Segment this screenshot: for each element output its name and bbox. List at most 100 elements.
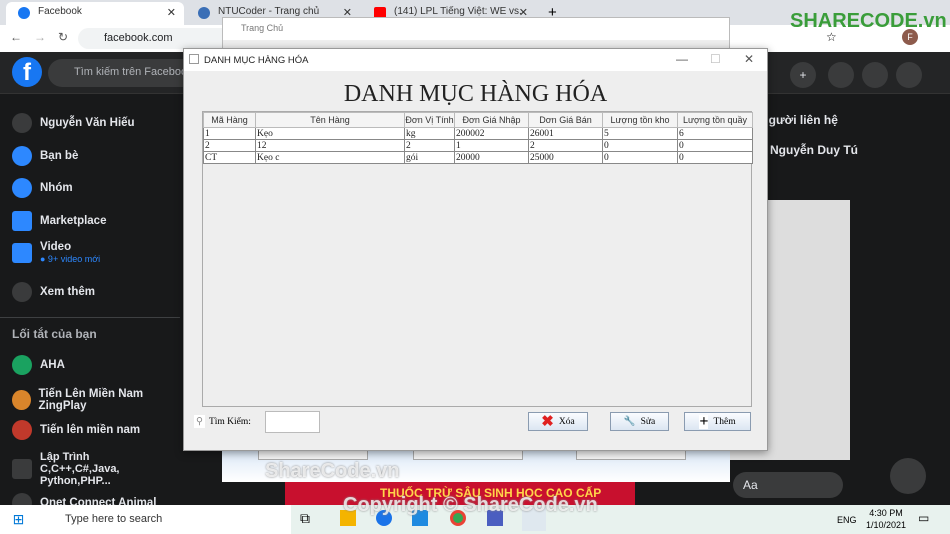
cell[interactable]: gói: [404, 151, 455, 164]
notifications-icon[interactable]: ▭: [918, 511, 929, 525]
cell[interactable]: 0: [677, 139, 753, 152]
search-input[interactable]: [265, 411, 320, 433]
cell[interactable]: 12: [255, 139, 405, 152]
sidebar-item-see-more[interactable]: Xem thêm: [12, 282, 95, 302]
delete-button[interactable]: ✖ Xóa: [528, 412, 588, 431]
forward-icon[interactable]: →: [34, 30, 46, 44]
marketplace-icon: [12, 211, 32, 231]
maximize-button[interactable]: ☐: [710, 52, 721, 66]
app-icon: [12, 355, 32, 375]
close-tab-icon[interactable]: ✕: [167, 6, 176, 19]
cell[interactable]: 25000: [528, 151, 603, 164]
cell[interactable]: Kẹo c: [255, 151, 405, 164]
shortcut-item[interactable]: Lập Trình C,C++,C#,Java, Python,PHP...: [12, 451, 172, 487]
page-title: DANH MỤC HÀNG HÓA: [343, 81, 608, 107]
label: Tiến lên miền nam: [40, 424, 141, 436]
col-luong-ton-quay[interactable]: Lượng tồn quầy: [677, 112, 753, 128]
table-row[interactable]: 2 12 2 1 2 0 0: [203, 139, 753, 152]
edit-button[interactable]: 🔧 Sửa: [610, 412, 669, 431]
shortcut-item[interactable]: Tiến lên miền nam: [12, 420, 140, 440]
shortcut-item[interactable]: AHA: [12, 355, 65, 375]
cell[interactable]: 200002: [454, 127, 529, 140]
sidebar-item-video[interactable]: Video ● 9+ video mới: [12, 241, 100, 265]
cell[interactable]: kg: [404, 127, 455, 140]
cell[interactable]: 2: [404, 139, 455, 152]
minimize-button[interactable]: —: [676, 52, 688, 66]
account-menu-icon[interactable]: [896, 62, 922, 88]
sidebar-item-groups[interactable]: Nhóm: [12, 178, 73, 198]
taskbar-search-input[interactable]: Type here to search: [37, 505, 291, 534]
facebook-logo[interactable]: f: [12, 57, 42, 87]
facebook-search-input[interactable]: Tìm kiếm trên Facebook: [48, 59, 198, 87]
ntucoder-icon: [198, 7, 210, 19]
cell[interactable]: 0: [602, 151, 678, 164]
window-title: Trang Chủ: [241, 23, 284, 33]
cell[interactable]: 0: [677, 151, 753, 164]
date: 1/10/2021: [866, 520, 907, 530]
close-button[interactable]: ✕: [744, 52, 754, 66]
java-icon: [189, 54, 199, 64]
products-table[interactable]: Mã Hàng Tên Hàng Đơn Vị Tính Đơn Giá Nhậ…: [202, 111, 753, 407]
table-row[interactable]: 1 Kẹo kg 200002 26001 5 6: [203, 127, 753, 140]
col-don-vi-tinh[interactable]: Đơn Vị Tính: [404, 112, 455, 128]
friends-icon: [12, 146, 32, 166]
label: Lập Trình C,C++,C#,Java, Python,PHP...: [40, 451, 120, 487]
windows-start-icon[interactable]: ⊞: [0, 505, 37, 534]
cell[interactable]: CT: [203, 151, 256, 164]
notifications-icon[interactable]: [862, 62, 888, 88]
task-view-icon[interactable]: ⧉: [300, 510, 310, 527]
tab-label: NTUCoder - Trang chủ: [218, 6, 320, 17]
col-luong-ton-kho[interactable]: Lượng tồn kho: [602, 112, 678, 128]
cell[interactable]: 6: [677, 127, 753, 140]
watermark: Copyright © ShareCode.vn: [343, 494, 598, 516]
col-ma-hang[interactable]: Mã Hàng: [203, 112, 256, 128]
url-text: facebook.com: [104, 32, 173, 44]
reload-icon[interactable]: ↻: [58, 30, 68, 44]
sidebar-item-marketplace[interactable]: Marketplace: [12, 211, 106, 231]
new-message-button[interactable]: [890, 458, 926, 494]
sidebar-item-friends[interactable]: Bạn bè: [12, 146, 78, 166]
facebook-icon: [18, 7, 30, 19]
sublabel: ● 9+ video mới: [40, 254, 101, 264]
video-icon: [12, 243, 32, 263]
cell[interactable]: 0: [602, 139, 678, 152]
search-icon: ⚲: [194, 415, 205, 428]
table-row[interactable]: CT Kẹo c gói 20000 25000 0 0: [203, 151, 753, 164]
label: Video: [40, 241, 72, 253]
sidebar-item-profile[interactable]: Nguyễn Văn Hiếu: [12, 113, 135, 133]
contact-name[interactable]: Nguyễn Duy Tú: [770, 143, 858, 157]
messenger-icon[interactable]: [828, 62, 854, 88]
col-don-gia-nhap[interactable]: Đơn Giá Nhập: [454, 112, 529, 128]
watermark: ShareCode.vn: [265, 460, 400, 482]
cell[interactable]: 1: [454, 139, 529, 152]
col-ten-hang[interactable]: Tên Hàng: [255, 112, 405, 128]
label: Nguyễn Văn Hiếu: [40, 117, 135, 129]
add-label: Thêm: [713, 416, 736, 427]
search-label-text: Tìm Kiếm:: [208, 416, 251, 427]
app-icon: [12, 420, 32, 440]
time: 4:30 PM: [869, 508, 903, 518]
cell[interactable]: 2: [203, 139, 256, 152]
col-don-gia-ban[interactable]: Dơn Giá Bán: [528, 112, 603, 128]
chat-input[interactable]: Aa: [733, 472, 843, 498]
chat-placeholder: Aa: [743, 478, 758, 492]
cell[interactable]: Kẹo: [255, 127, 405, 140]
label: Tiến Lên Miền Nam ZingPlay: [38, 388, 144, 412]
language-indicator[interactable]: ENG: [837, 515, 857, 525]
title-bar: Trang Chủ: [223, 18, 729, 40]
tab-label: Facebook: [38, 6, 82, 17]
cell[interactable]: 1: [203, 127, 256, 140]
search-placeholder: Type here to search: [65, 513, 163, 525]
tab-facebook[interactable]: Facebook ✕: [6, 2, 184, 25]
create-button[interactable]: +: [790, 62, 816, 88]
cell[interactable]: 26001: [528, 127, 603, 140]
shortcut-item[interactable]: Tiến Lên Miền Nam ZingPlay: [12, 388, 183, 412]
wrench-icon: 🔧: [623, 417, 636, 427]
cell[interactable]: 5: [602, 127, 678, 140]
clock[interactable]: 4:30 PM 1/10/2021: [866, 507, 906, 531]
cell[interactable]: 20000: [454, 151, 529, 164]
shortcuts-title: Lối tắt của bạn: [12, 327, 97, 341]
back-icon[interactable]: ←: [10, 30, 22, 44]
add-button[interactable]: + Thêm: [684, 412, 751, 431]
cell[interactable]: 2: [528, 139, 603, 152]
